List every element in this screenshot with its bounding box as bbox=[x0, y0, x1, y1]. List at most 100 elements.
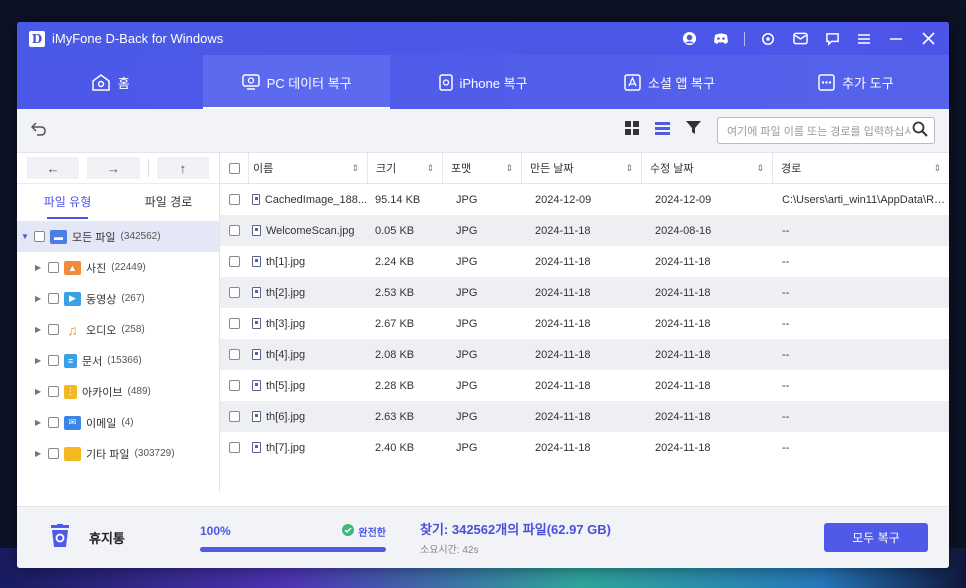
cell-path: -- bbox=[782, 317, 790, 330]
tree-item-photos[interactable]: ▶ ▲ 사진 (22449) bbox=[17, 252, 219, 283]
email-icon: ✉ bbox=[64, 415, 81, 430]
tree-item-email[interactable]: ▶ ✉ 이메일 (4) bbox=[17, 407, 219, 438]
checkbox[interactable] bbox=[48, 293, 59, 304]
checkbox[interactable] bbox=[48, 417, 59, 428]
tab-iphone-recovery[interactable]: iPhone 복구 bbox=[390, 55, 576, 109]
expand-right-icon[interactable]: ▶ bbox=[35, 356, 43, 365]
column-size[interactable]: 크기 ⇕ bbox=[367, 153, 442, 183]
tab-home[interactable]: 홈 bbox=[17, 55, 203, 109]
cell-size: 2.53 KB bbox=[375, 286, 415, 299]
main-content: ← → ↑ 파일 유형 파일 경로 ▼ ▬ 모든 파일 (342562) ▶ ▲… bbox=[17, 153, 949, 492]
checkbox[interactable] bbox=[48, 448, 59, 459]
tree-item-videos[interactable]: ▶ ▶ 동영상 (267) bbox=[17, 283, 219, 314]
expand-right-icon[interactable]: ▶ bbox=[35, 418, 43, 427]
folder-icon bbox=[64, 446, 81, 461]
table-row[interactable]: WelcomeScan.jpg 0.05 KB JPG 2024-11-18 2024-… bbox=[220, 215, 949, 246]
arrow-right-icon[interactable]: → bbox=[87, 157, 140, 179]
column-name[interactable]: 이름 ⇕ bbox=[248, 153, 367, 183]
sort-icon[interactable]: ⇕ bbox=[426, 163, 434, 174]
search-input[interactable]: 여기에 파일 이름 또는 경로를 입력하십시오 bbox=[717, 117, 935, 144]
tree-item-archives[interactable]: ▶ ⋮ 아카이브 (489) bbox=[17, 376, 219, 407]
sort-icon[interactable]: ⇕ bbox=[625, 163, 633, 174]
list-view-icon[interactable] bbox=[655, 121, 670, 140]
checkbox[interactable] bbox=[48, 355, 59, 366]
tab-social-app-recovery[interactable]: 소셜 앱 복구 bbox=[576, 55, 762, 109]
checkbox[interactable] bbox=[48, 262, 59, 273]
column-format[interactable]: 포맷 ⇕ bbox=[442, 153, 521, 183]
sort-icon[interactable]: ⇕ bbox=[505, 163, 513, 174]
recover-all-button[interactable]: 모두 복구 bbox=[824, 523, 928, 552]
sort-icon[interactable]: ⇕ bbox=[933, 163, 941, 174]
table-row[interactable]: th[3].jpg 2.67 KB JPG 2024-11-18 2024-11-18 -… bbox=[220, 308, 949, 339]
filter-icon[interactable] bbox=[686, 121, 701, 140]
column-path[interactable]: 경로 ⇕ bbox=[772, 153, 949, 183]
sort-icon[interactable]: ⇕ bbox=[756, 163, 764, 174]
row-checkbox[interactable] bbox=[228, 380, 240, 391]
scan-progress: 100% 완전한 bbox=[200, 523, 386, 552]
row-checkbox[interactable] bbox=[228, 256, 240, 267]
expand-right-icon[interactable]: ▶ bbox=[35, 387, 43, 396]
document-icon: ≡ bbox=[64, 353, 77, 368]
minimize-icon[interactable] bbox=[887, 30, 905, 48]
expand-right-icon[interactable]: ▶ bbox=[35, 294, 43, 303]
tree-item-all-files[interactable]: ▼ ▬ 모든 파일 (342562) bbox=[17, 221, 219, 252]
table-row[interactable]: th[1].jpg 2.24 KB JPG 2024-11-18 2024-11-18 -… bbox=[220, 246, 949, 277]
file-name: th[5].jpg bbox=[266, 379, 306, 392]
row-checkbox[interactable] bbox=[228, 411, 240, 422]
expand-right-icon[interactable]: ▶ bbox=[35, 325, 43, 334]
table-row[interactable]: th[2].jpg 2.53 KB JPG 2024-11-18 2024-11-18 -… bbox=[220, 277, 949, 308]
search-icon[interactable] bbox=[912, 121, 928, 140]
mail-icon[interactable] bbox=[791, 30, 809, 48]
tab-file-type[interactable]: 파일 유형 bbox=[17, 184, 118, 221]
cell-name: th[4].jpg bbox=[248, 349, 367, 361]
grid-view-icon[interactable] bbox=[625, 121, 639, 140]
checkbox[interactable] bbox=[48, 386, 59, 397]
row-checkbox[interactable] bbox=[228, 318, 240, 329]
tree-item-audio[interactable]: ▶ ♫ 오디오 (258) bbox=[17, 314, 219, 345]
tree-item-other-files[interactable]: ▶ 기타 파일 (303729) bbox=[17, 438, 219, 469]
table-row[interactable]: th[6].jpg 2.63 KB JPG 2024-11-18 2024-11-18 -… bbox=[220, 401, 949, 432]
column-modified[interactable]: 수정 날짜 ⇕ bbox=[641, 153, 772, 183]
tab-pc-data-recovery[interactable]: PC 데이터 복구 bbox=[203, 55, 391, 109]
column-label: 이름 bbox=[253, 163, 274, 175]
table-row[interactable]: th[7].jpg 2.40 KB JPG 2024-11-18 2024-11-18 -… bbox=[220, 432, 949, 463]
status-text: 완전한 bbox=[358, 527, 386, 539]
menu-icon[interactable] bbox=[855, 30, 873, 48]
tab-file-path[interactable]: 파일 경로 bbox=[118, 184, 219, 221]
expand-right-icon[interactable]: ▶ bbox=[35, 449, 43, 458]
discord-icon[interactable] bbox=[712, 30, 730, 48]
table-row[interactable]: CachedImage_188... 95.14 KB JPG 2024-12-09 2… bbox=[220, 184, 949, 215]
row-check-cell bbox=[220, 194, 248, 205]
arrow-left-icon[interactable]: ← bbox=[27, 157, 80, 179]
expand-down-icon[interactable]: ▼ bbox=[21, 232, 29, 241]
tree-item-label: 오디오 bbox=[86, 324, 117, 337]
row-checkbox[interactable] bbox=[228, 287, 240, 298]
search-placeholder: 여기에 파일 이름 또는 경로를 입력하십시오 bbox=[727, 125, 912, 138]
image-file-icon bbox=[252, 287, 261, 298]
trash-section[interactable]: 휴지통 bbox=[17, 524, 200, 551]
column-created[interactable]: 만든 날짜 ⇕ bbox=[521, 153, 641, 183]
sort-icon[interactable]: ⇕ bbox=[351, 163, 359, 174]
account-icon[interactable] bbox=[680, 30, 698, 48]
row-checkbox[interactable] bbox=[228, 225, 240, 236]
arrow-up-icon[interactable]: ↑ bbox=[156, 157, 209, 179]
table-row[interactable]: th[5].jpg 2.28 KB JPG 2024-11-18 2024-11-18 -… bbox=[220, 370, 949, 401]
close-icon[interactable] bbox=[919, 30, 937, 48]
checkbox[interactable] bbox=[34, 231, 45, 242]
row-checkbox[interactable] bbox=[228, 194, 240, 205]
tree-item-count: (258) bbox=[121, 324, 145, 335]
expand-right-icon[interactable]: ▶ bbox=[35, 263, 43, 272]
cell-created: 2024-11-18 bbox=[535, 224, 591, 237]
back-icon[interactable] bbox=[30, 120, 47, 141]
select-all-checkbox[interactable] bbox=[228, 162, 240, 174]
row-checkbox[interactable] bbox=[228, 442, 240, 453]
row-checkbox[interactable] bbox=[228, 349, 240, 360]
tree-item-documents[interactable]: ▶ ≡ 문서 (15366) bbox=[17, 345, 219, 376]
checkbox[interactable] bbox=[48, 324, 59, 335]
cell-size: 2.67 KB bbox=[375, 317, 415, 330]
settings-icon[interactable] bbox=[759, 30, 777, 48]
tab-extra-tools[interactable]: 추가 도구 bbox=[763, 55, 949, 109]
table-row[interactable]: th[4].jpg 2.08 KB JPG 2024-11-18 2024-11-18 -… bbox=[220, 339, 949, 370]
feedback-icon[interactable] bbox=[823, 30, 841, 48]
status-footer: 휴지통 100% 완전한 찾기: 342562개의 파일(62.97 GB) 소… bbox=[17, 506, 949, 568]
